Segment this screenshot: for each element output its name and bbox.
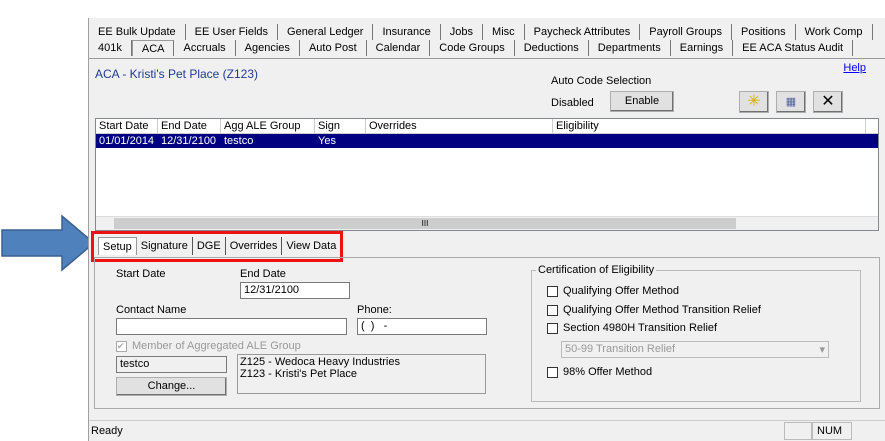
phone-label: Phone: [357,304,392,316]
column-header[interactable]: Sign [315,119,366,133]
aca-grid: Start Date End Date Agg ALE Group Sign Overr… [95,118,879,231]
section-4980h-checkbox[interactable]: Section 4980H Transition Relief [547,322,717,334]
select-value: 50-99 Transition Relief [565,343,676,355]
tab-401k[interactable]: 401k [89,40,132,56]
tab-misc[interactable]: Misc [483,24,525,40]
tab-accruals[interactable]: Accruals [174,40,236,56]
num-indicator: NUM [812,422,852,440]
tab-paycheck-attributes[interactable]: Paycheck Attributes [525,24,641,40]
checkbox-label: Qualifying Offer Method Transition Relie… [563,304,761,316]
change-button[interactable]: Change... [116,377,227,396]
list-item[interactable]: Z125 - Wedoca Heavy Industries [240,356,483,368]
group-field: testco [116,356,227,373]
tab-aca[interactable]: ACA [131,40,175,56]
tab-auto-post[interactable]: Auto Post [300,40,367,56]
help-link[interactable]: Help [843,62,866,74]
certification-group: Certification of Eligibility Qualifying … [531,264,861,402]
tab-positions[interactable]: Positions [732,24,796,40]
contact-name-field[interactable] [116,318,347,335]
tab-calendar[interactable]: Calendar [367,40,431,56]
column-header[interactable]: Eligibility [553,119,866,133]
offer98-checkbox[interactable]: 98% Offer Method [547,366,652,378]
column-header[interactable]: End Date [158,119,221,133]
tab-code-groups[interactable]: Code Groups [430,40,515,56]
column-header[interactable]: Overrides [366,119,553,133]
enable-button[interactable]: Enable [610,91,674,112]
auto-code-status: Disabled [551,97,594,109]
grid-cell: testco [221,134,315,148]
tab-deductions[interactable]: Deductions [515,40,589,56]
chevron-down-icon: ▾ [819,344,825,356]
tab-jobs[interactable]: Jobs [441,24,484,40]
tab-payroll-groups[interactable]: Payroll Groups [640,24,733,40]
list-item[interactable]: Z123 - Kristi's Pet Place [240,368,483,380]
status-text: Ready [91,425,123,437]
status-bar: Ready NUM [89,420,885,441]
table-row[interactable]: 01/01/2014 12/31/2100 testco Yes [96,134,878,148]
start-date-label: Start Date [116,268,166,280]
transition-relief-select[interactable]: 50-99 Transition Relief ▾ [561,341,829,358]
tab-general-ledger[interactable]: General Ledger [278,24,374,40]
grid-cell [366,134,553,148]
asterisk-icon[interactable]: ✳ [739,91,769,113]
contact-name-label: Contact Name [116,304,187,316]
horizontal-scrollbar[interactable]: III [96,216,878,230]
grid-cell [553,134,866,148]
tab-work-comp[interactable]: Work Comp [796,24,873,40]
scroll-thumb[interactable]: III [114,218,736,229]
checkbox-label: 98% Offer Method [563,366,653,378]
tab-row-2: 401k ACA Accruals Agencies Auto Post Calendar… [89,40,885,56]
status-pane [784,422,812,440]
aca-pane: Help ACA - Kristi's Pet Place (Z123) Aut… [89,58,885,418]
qom-transition-checkbox[interactable]: Qualifying Offer Method Transition Relie… [547,304,761,316]
grid-cell: 12/31/2100 [158,134,221,148]
tab-row-1: EE Bulk Update EE User Fields General Ledg… [89,24,885,40]
end-date-field[interactable]: 12/31/2100 [240,282,350,299]
certification-title: Certification of Eligibility [536,264,657,276]
auto-code-label: Auto Code Selection [551,75,652,87]
tab-departments[interactable]: Departments [589,40,671,56]
x-icon[interactable]: ✕ [813,91,843,113]
end-date-label: End Date [240,268,286,280]
grid-cell: 01/01/2014 [96,134,158,148]
checkbox-label: Qualifying Offer Method [563,285,679,297]
member-checkbox[interactable]: ✔ Member of Aggregated ALE Group [116,340,301,352]
tab-agencies[interactable]: Agencies [236,40,300,56]
tab-insurance[interactable]: Insurance [373,24,441,40]
aca-window: EE Bulk Update EE User Fields General Ledg… [88,18,885,441]
grid-cell: Yes [315,134,366,148]
tab-ee-aca-status-audit[interactable]: EE ACA Status Audit [733,40,854,56]
page-title: ACA - Kristi's Pet Place (Z123) [95,67,259,81]
qom-checkbox[interactable]: Qualifying Offer Method [547,285,679,297]
phone-field[interactable]: ( ) - [357,318,487,335]
member-label: Member of Aggregated ALE Group [132,340,301,352]
members-list[interactable]: Z125 - Wedoca Heavy Industries Z123 - Kr… [237,354,486,394]
column-header[interactable]: Agg ALE Group [221,119,315,133]
grid-header: Start Date End Date Agg ALE Group Sign Overr… [96,119,878,134]
edit-record-icon[interactable]: ▦ [776,91,806,113]
tab-earnings[interactable]: Earnings [671,40,734,56]
column-header[interactable]: Start Date [96,119,158,133]
tab-ee-user-fields[interactable]: EE User Fields [186,24,279,40]
checkbox-label: Section 4980H Transition Relief [563,322,718,334]
tab-ee-bulk-update[interactable]: EE Bulk Update [89,24,186,40]
callout-arrow [0,214,98,275]
setup-panel: Start Date End Date 12/31/2100 Contact N… [94,257,880,409]
